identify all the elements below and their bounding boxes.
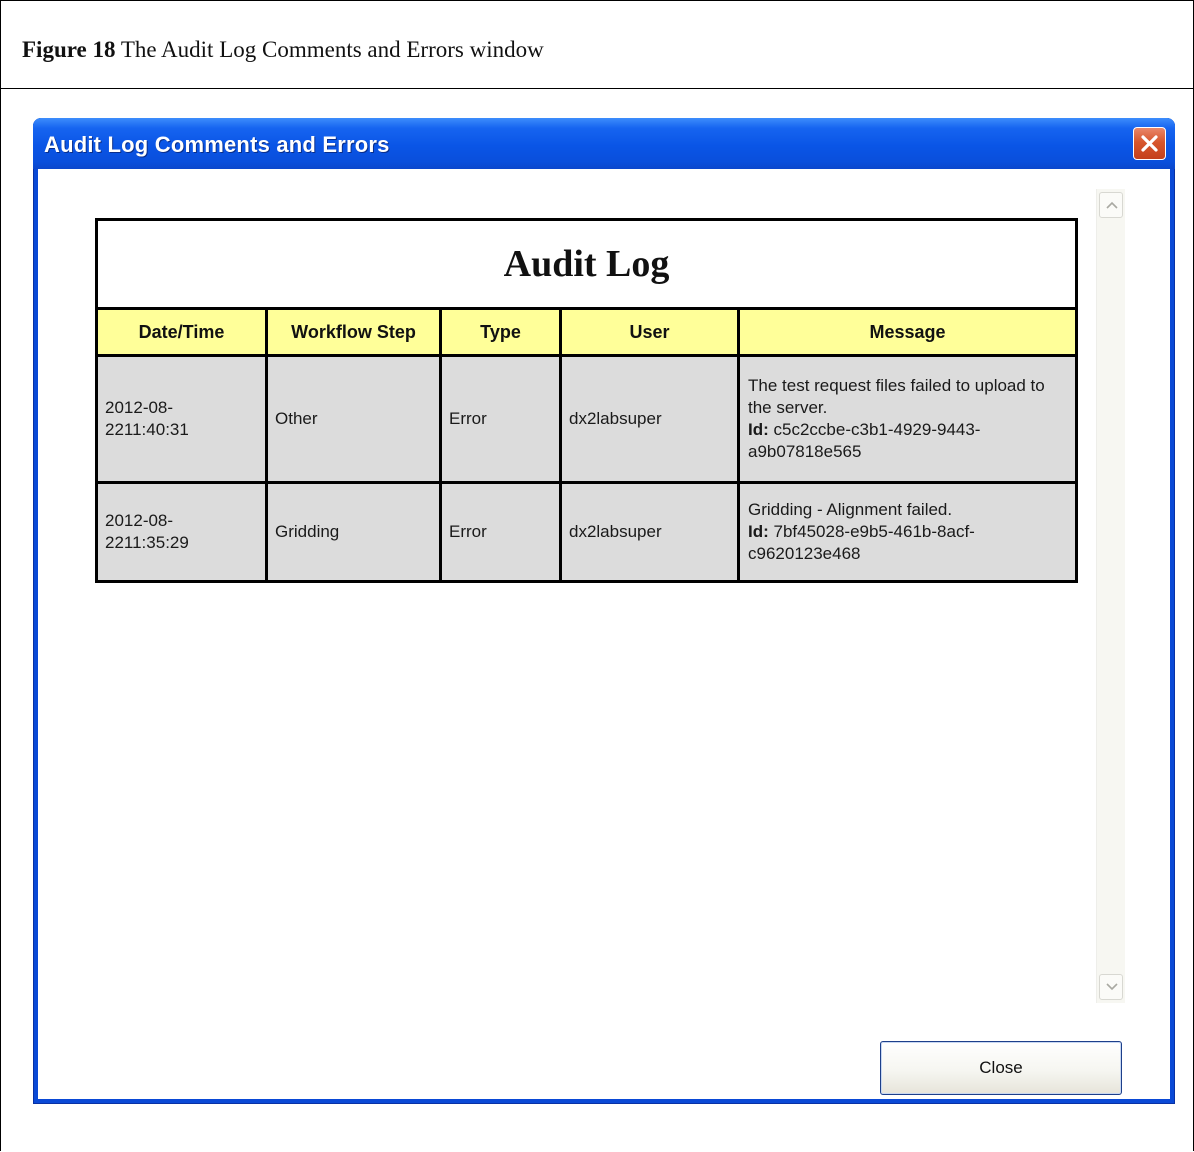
- message-text: Gridding - Alignment failed.: [748, 500, 953, 519]
- datetime-time: 2211:35:29: [105, 533, 189, 552]
- figure-caption: Figure 18 The Audit Log Comments and Err…: [22, 37, 544, 63]
- chevron-up-icon: [1106, 201, 1118, 209]
- close-button[interactable]: Close: [880, 1041, 1122, 1095]
- message-text: The test request files failed to upload …: [748, 376, 1045, 417]
- cell-user: dx2labsuper: [559, 481, 740, 583]
- message-id-label: Id:: [748, 420, 769, 439]
- cell-user: dx2labsuper: [559, 354, 740, 484]
- cell-message: Gridding - Alignment failed. Id: 7bf45028…: [736, 481, 1079, 583]
- table-row: 2012-08- 2211:40:31 Other Error dx2labsup…: [95, 354, 1079, 484]
- vertical-scrollbar[interactable]: [1096, 189, 1125, 1003]
- caption-bar: Figure 18 The Audit Log Comments and Err…: [1, 1, 1193, 89]
- cell-type: Error: [439, 481, 562, 583]
- window-close-button[interactable]: [1133, 127, 1166, 160]
- message-id-label: Id:: [748, 522, 769, 541]
- datetime-date: 2012-08-: [105, 511, 174, 530]
- figure-caption-text: The Audit Log Comments and Errors window: [115, 37, 544, 62]
- cell-datetime: 2012-08- 2211:35:29: [95, 481, 268, 583]
- close-icon: [1141, 135, 1158, 152]
- column-header-message: Message: [736, 307, 1079, 357]
- datetime-date: 2012-08-: [105, 398, 174, 417]
- window-client-area: Audit Log Date/Time Workflow Step Type U…: [38, 169, 1170, 1099]
- datetime-time: 2211:40:31: [105, 420, 189, 439]
- message-id-value: 7bf45028-e9b5-461b-8acf-c9620123e468: [748, 522, 975, 563]
- audit-log-table: Audit Log Date/Time Workflow Step Type U…: [95, 218, 1079, 583]
- audit-log-window: Audit Log Comments and Errors Audit Log …: [33, 118, 1175, 1104]
- chevron-down-icon: [1106, 983, 1118, 991]
- figure-number: Figure 18: [22, 37, 116, 62]
- cell-workflow-step: Other: [265, 354, 442, 484]
- window-titlebar[interactable]: Audit Log Comments and Errors: [33, 118, 1175, 169]
- message-id-value: c5c2ccbe-c3b1-4929-9443-a9b07818e565: [748, 420, 981, 461]
- scroll-down-button[interactable]: [1099, 974, 1123, 1000]
- cell-workflow-step: Gridding: [265, 481, 442, 583]
- cell-datetime: 2012-08- 2211:40:31: [95, 354, 268, 484]
- table-row: 2012-08- 2211:35:29 Gridding Error dx2lab…: [95, 481, 1079, 583]
- window-title: Audit Log Comments and Errors: [44, 132, 390, 157]
- scroll-up-button[interactable]: [1099, 192, 1123, 218]
- column-header-user: User: [559, 307, 740, 357]
- column-header-workflow-step: Workflow Step: [265, 307, 442, 357]
- cell-message: The test request files failed to upload …: [736, 354, 1079, 484]
- column-header-type: Type: [439, 307, 562, 357]
- column-header-datetime: Date/Time: [95, 307, 268, 357]
- cell-type: Error: [439, 354, 562, 484]
- table-header-row: Date/Time Workflow Step Type User Messag…: [95, 307, 1079, 357]
- audit-log-title: Audit Log: [96, 219, 1077, 310]
